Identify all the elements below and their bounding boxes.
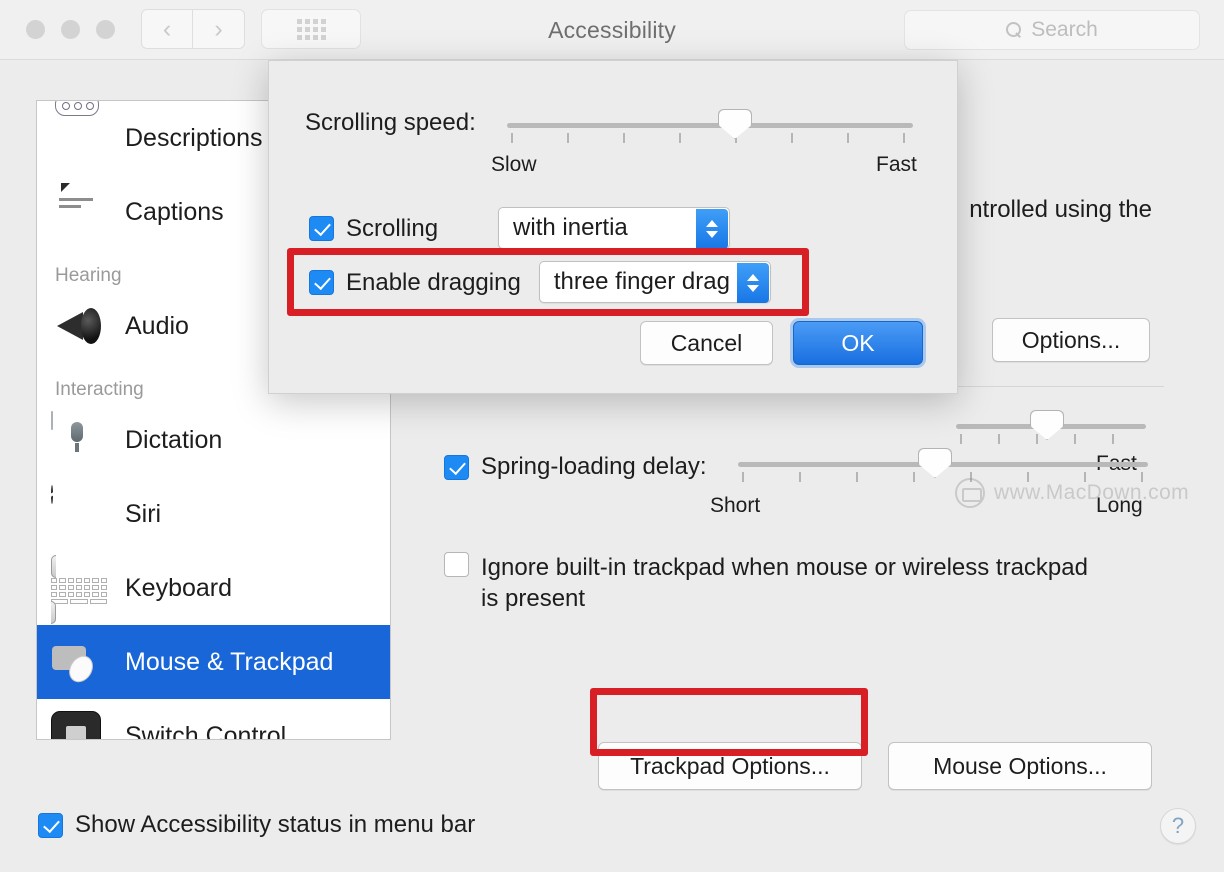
scrolling-speed-fast-label: Fast bbox=[876, 153, 917, 176]
scrolling-style-select[interactable]: with inertia bbox=[498, 207, 731, 249]
pane-action-buttons: Trackpad Options... Mouse Options... bbox=[598, 742, 1152, 790]
dictation-icon bbox=[51, 411, 107, 468]
sidebar-item-label: Siri bbox=[125, 499, 162, 528]
captions-icon bbox=[51, 184, 107, 240]
enable-dragging-checkbox[interactable] bbox=[309, 269, 334, 295]
ignore-trackpad-label-line1: Ignore built-in trackpad when mouse or w… bbox=[481, 554, 1088, 581]
spring-loading-label: Spring-loading delay: bbox=[481, 453, 707, 480]
sidebar-item-keyboard[interactable]: Keyboard bbox=[37, 551, 390, 625]
scrolling-checkbox[interactable] bbox=[309, 215, 334, 241]
watermark-text: www.MacDown.com bbox=[994, 481, 1190, 504]
trackpad-options-dialog: Scrolling speed: Slow Fast Scrolling wit… bbox=[268, 60, 958, 394]
enable-dragging-row: Enable dragging three finger drag bbox=[309, 261, 771, 303]
sidebar-item-label: Descriptions bbox=[125, 123, 263, 152]
ignore-trackpad-checkbox[interactable] bbox=[444, 552, 469, 577]
sidebar-item-switch-control[interactable]: Switch Control bbox=[37, 699, 390, 740]
help-button[interactable]: ? bbox=[1160, 808, 1196, 844]
pointer-control-description: ntrolled using the bbox=[969, 196, 1152, 223]
search-placeholder: Search bbox=[1031, 18, 1098, 41]
descriptions-icon bbox=[51, 102, 107, 166]
chevron-updown-icon[interactable] bbox=[736, 263, 769, 303]
window-footer: Show Accessibility status in menu bar ? bbox=[0, 792, 1224, 872]
scrolling-style-value: with inertia bbox=[513, 214, 628, 241]
switch-control-icon bbox=[51, 708, 107, 739]
sidebar-item-label: Keyboard bbox=[125, 573, 233, 602]
scrolling-speed-label: Scrolling speed: bbox=[305, 109, 476, 136]
sidebar-item-label: Dictation bbox=[125, 425, 223, 454]
macdown-logo-icon bbox=[955, 478, 985, 508]
window-titlebar: ‹ › Accessibility Search bbox=[0, 0, 1224, 60]
options-button[interactable]: Options... bbox=[992, 318, 1150, 362]
mouse-options-button[interactable]: Mouse Options... bbox=[888, 742, 1152, 790]
slider-ticks bbox=[511, 133, 911, 143]
scrolling-row: Scrolling with inertia bbox=[309, 207, 731, 249]
slider-ticks bbox=[960, 434, 1146, 444]
spring-loading-checkbox[interactable] bbox=[444, 454, 469, 480]
ignore-trackpad-label-line2: is present bbox=[481, 585, 586, 612]
cancel-button[interactable]: Cancel bbox=[640, 321, 773, 365]
spring-short-label: Short bbox=[710, 494, 761, 517]
mouse-trackpad-icon bbox=[51, 634, 107, 690]
question-mark-icon: ? bbox=[1171, 813, 1185, 838]
dragging-style-value: three finger drag bbox=[553, 268, 730, 295]
keyboard-icon bbox=[51, 555, 107, 624]
siri-icon bbox=[51, 485, 107, 542]
scrolling-speed-slow-label: Slow bbox=[491, 153, 537, 176]
sidebar-item-label: Switch Control bbox=[125, 721, 287, 740]
watermark: www.MacDown.com bbox=[955, 478, 1189, 508]
show-status-row: Show Accessibility status in menu bar bbox=[38, 810, 475, 840]
trackpad-options-button[interactable]: Trackpad Options... bbox=[598, 742, 862, 790]
sidebar-item-dictation[interactable]: Dictation bbox=[37, 403, 390, 477]
search-icon bbox=[1006, 22, 1022, 38]
dialog-action-buttons: Cancel OK bbox=[640, 321, 923, 365]
sidebar-item-label: Audio bbox=[125, 311, 189, 340]
search-input[interactable]: Search bbox=[904, 10, 1200, 50]
show-status-label: Show Accessibility status in menu bar bbox=[75, 811, 476, 838]
audio-icon bbox=[51, 298, 107, 354]
sidebar-item-mouse-trackpad[interactable]: Mouse & Trackpad bbox=[37, 625, 390, 699]
sidebar-item-label: Captions bbox=[125, 197, 224, 226]
slider-track[interactable] bbox=[507, 123, 913, 128]
scrolling-label: Scrolling bbox=[346, 214, 439, 242]
accessibility-preferences-window: ‹ › Accessibility Search Descriptions Ca… bbox=[0, 0, 1224, 872]
ignore-trackpad-row: Ignore built-in trackpad when mouse or w… bbox=[444, 552, 1134, 614]
chevron-updown-icon[interactable] bbox=[696, 209, 729, 249]
sidebar-item-siri[interactable]: Siri bbox=[37, 477, 390, 551]
ok-button[interactable]: OK bbox=[793, 321, 923, 365]
dragging-style-select[interactable]: three finger drag bbox=[538, 261, 771, 303]
spring-loading-delay-row: Spring-loading delay: bbox=[444, 452, 706, 482]
enable-dragging-label: Enable dragging bbox=[346, 268, 521, 296]
show-status-checkbox[interactable] bbox=[38, 812, 63, 838]
sidebar-item-label: Mouse & Trackpad bbox=[125, 647, 334, 676]
